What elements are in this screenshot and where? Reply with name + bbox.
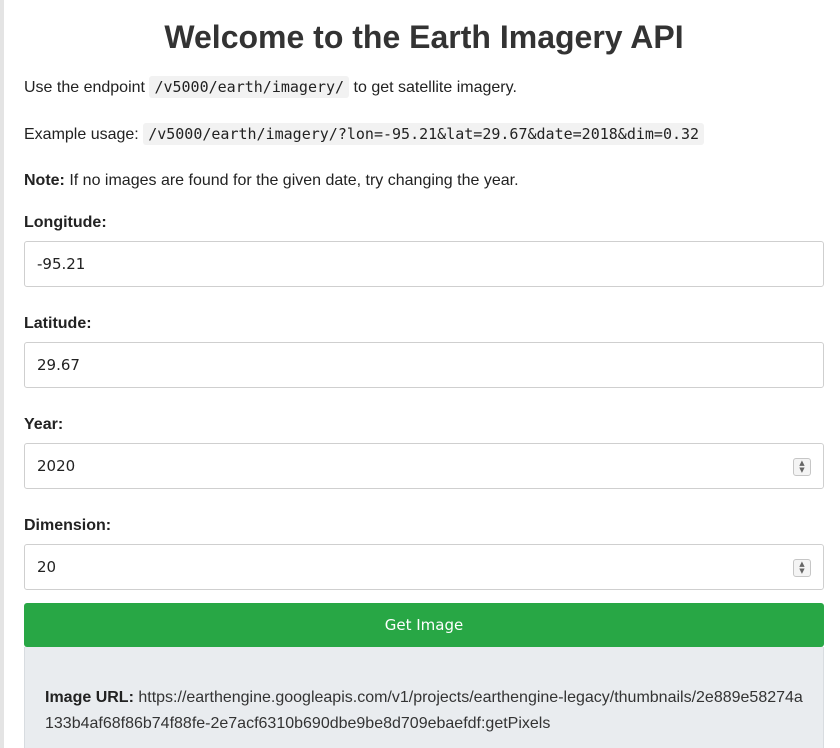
main-container: Welcome to the Earth Imagery API Use the…: [24, 0, 824, 748]
image-url-label: Image URL:: [45, 689, 134, 706]
window-edge: [0, 0, 4, 748]
year-input[interactable]: [25, 444, 823, 488]
note: Note: If no images are found for the giv…: [24, 170, 824, 192]
get-image-button[interactable]: Get Image: [24, 603, 824, 647]
endpoint-suffix: to get satellite imagery.: [353, 79, 517, 96]
year-label: Year:: [24, 416, 64, 433]
example-usage: Example usage: /v5000/earth/imagery/?lon…: [24, 123, 824, 146]
endpoint-prefix: Use the endpoint: [24, 79, 145, 96]
endpoint-description: Use the endpoint /v5000/earth/imagery/ t…: [24, 76, 824, 99]
longitude-field-box: [24, 241, 824, 287]
longitude-input[interactable]: [25, 242, 823, 286]
example-prefix: Example usage:: [24, 126, 139, 143]
image-url-value[interactable]: https://earthengine.googleapis.com/v1/pr…: [45, 689, 803, 732]
chevron-down-icon[interactable]: ▼: [799, 568, 804, 575]
dimension-field-box: ▲ ▼: [24, 544, 824, 590]
year-field-box: ▲ ▼: [24, 443, 824, 489]
note-label: Note:: [24, 172, 65, 189]
page-title: Welcome to the Earth Imagery API: [164, 19, 684, 55]
longitude-label: Longitude:: [24, 214, 107, 231]
note-text: If no images are found for the given dat…: [69, 172, 519, 189]
latitude-input[interactable]: [25, 343, 823, 387]
example-code: /v5000/earth/imagery/?lon=-95.21&lat=29.…: [143, 123, 705, 145]
dimension-label: Dimension:: [24, 517, 112, 534]
image-url-line: Image URL: https://earthengine.googleapi…: [45, 685, 803, 737]
endpoint-code: /v5000/earth/imagery/: [149, 76, 350, 98]
dimension-input[interactable]: [25, 545, 823, 589]
year-stepper[interactable]: ▲ ▼: [793, 458, 811, 476]
chevron-down-icon[interactable]: ▼: [799, 467, 804, 474]
dimension-stepper[interactable]: ▲ ▼: [793, 559, 811, 577]
result-panel: Image URL: https://earthengine.googleapi…: [24, 647, 824, 748]
latitude-field-box: [24, 342, 824, 388]
latitude-label: Latitude:: [24, 315, 92, 332]
